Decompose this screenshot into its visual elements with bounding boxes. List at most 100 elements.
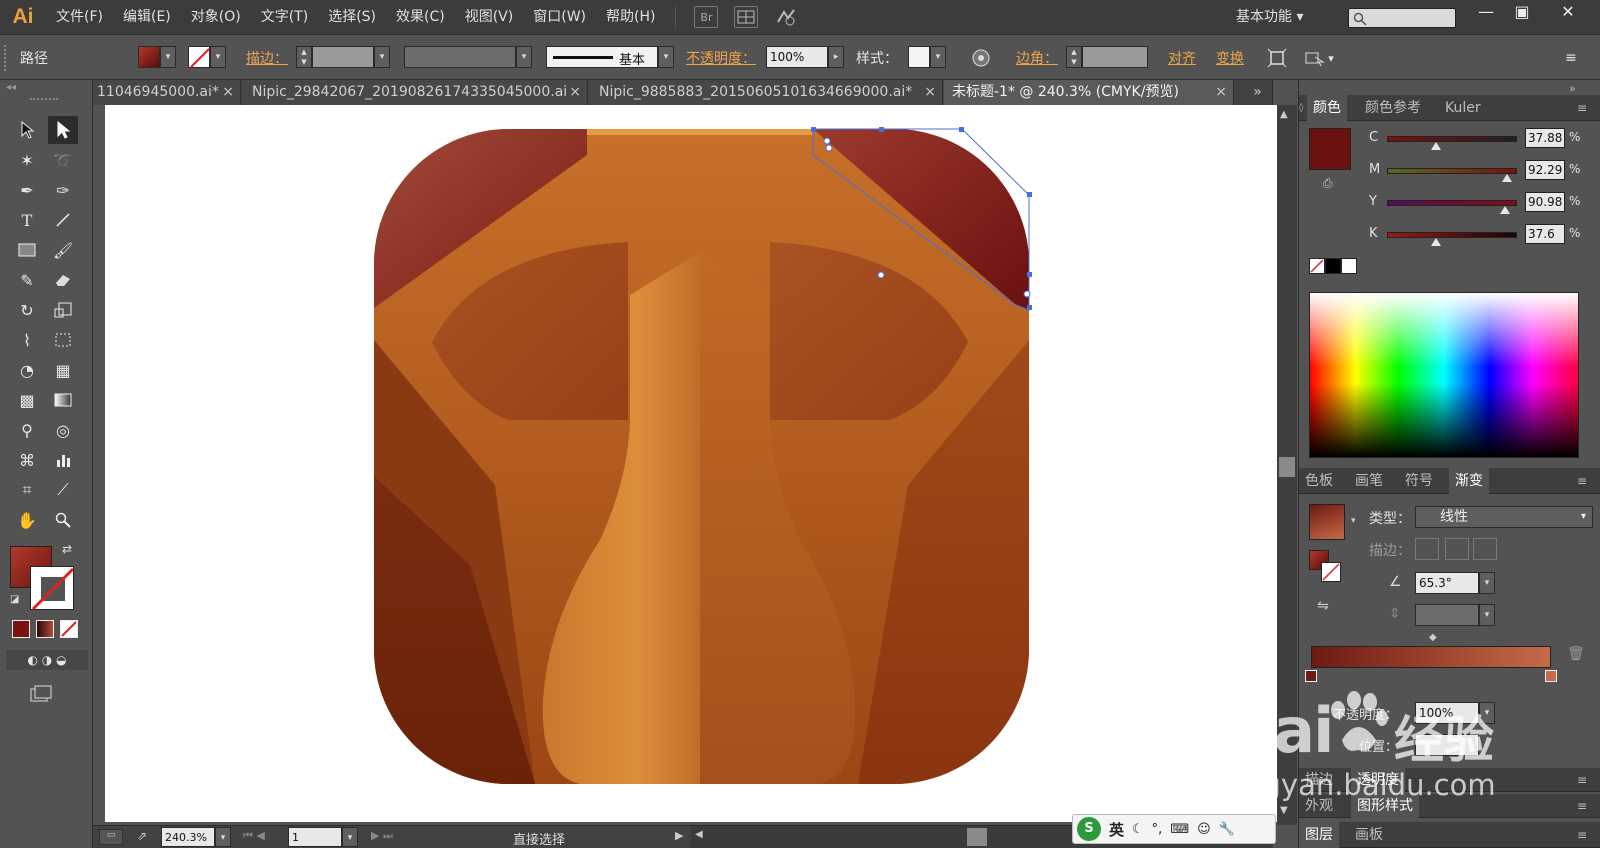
menu-edit[interactable]: 编辑(E) [113, 0, 181, 34]
magenta-slider[interactable] [1387, 168, 1517, 174]
ime-skin-icon[interactable]: ☺ [1197, 822, 1211, 837]
rotate-tool-icon[interactable]: ↻ [12, 296, 42, 324]
tab-overflow-button[interactable]: » [1243, 80, 1273, 105]
magenta-input[interactable]: 92.29 [1525, 160, 1565, 180]
cyan-slider[interactable] [1387, 136, 1517, 142]
shape-builder-tool-icon[interactable]: ◔ [12, 356, 42, 384]
curvature-tool-icon[interactable]: ✑ [48, 176, 78, 204]
mesh-tool-icon[interactable]: ▩ [12, 386, 42, 414]
color-panel-menu-icon[interactable]: ≡ [1577, 95, 1587, 121]
horizontal-scroll-thumb[interactable] [967, 828, 987, 846]
stroke-weight-dropdown[interactable]: ▾ [374, 46, 390, 68]
stroke-swatch[interactable] [188, 46, 210, 68]
graphic-styles-panel-menu-icon[interactable]: ≡ [1577, 794, 1587, 818]
artboard[interactable] [105, 105, 1277, 822]
brush-definition[interactable]: 基本 [546, 46, 658, 68]
gradient-angle-dropdown[interactable]: ▾ [1479, 572, 1495, 594]
tab-close-icon[interactable]: × [569, 80, 581, 105]
scroll-up-arrow-icon[interactable]: ▲ [1280, 109, 1288, 120]
screen-mode-icon[interactable] [26, 680, 56, 708]
gradient-location-input[interactable] [1415, 734, 1479, 756]
corner-label[interactable]: 边角： [1016, 48, 1058, 68]
icon-artwork[interactable] [105, 105, 1277, 822]
menu-object[interactable]: 对象(O) [181, 0, 251, 34]
fill-swatch[interactable] [138, 46, 160, 68]
black-slider[interactable] [1387, 232, 1517, 238]
cyan-input[interactable]: 37.88 [1525, 128, 1565, 148]
stroke-along-icon[interactable] [1445, 538, 1469, 560]
type-tool-icon[interactable]: T [12, 206, 42, 234]
black-input[interactable]: 37.6 [1525, 224, 1565, 244]
column-graph-tool-icon[interactable] [48, 446, 78, 474]
gradient-slider[interactable] [1311, 646, 1551, 668]
tab-close-icon[interactable]: × [222, 80, 234, 105]
zoom-level-input[interactable]: 240.3% [161, 827, 215, 847]
tab-symbols[interactable]: 符号 [1405, 468, 1433, 494]
tab-stroke[interactable]: 描边 [1305, 768, 1333, 792]
minimize-button[interactable]: — [1468, 0, 1504, 26]
eraser-tool-icon[interactable] [48, 266, 78, 294]
pencil-tool-icon[interactable]: ✎ [12, 266, 42, 294]
selection-tool-icon[interactable] [12, 116, 42, 144]
perspective-grid-tool-icon[interactable]: ▦ [48, 356, 78, 384]
aspect-ratio-input[interactable] [1415, 604, 1479, 626]
swap-fill-stroke-icon[interactable]: ⇄ [62, 542, 72, 556]
tab-layers[interactable]: 图层 [1299, 822, 1339, 848]
pen-tool-icon[interactable]: ✒ [12, 176, 42, 204]
aspect-ratio-dropdown[interactable]: ▾ [1479, 604, 1495, 626]
menu-type[interactable]: 文字(T) [251, 0, 318, 34]
opacity-slider-button[interactable]: ▸ [828, 46, 844, 68]
graphic-style-swatch[interactable] [908, 46, 930, 68]
gradient-preview-swatch[interactable] [1309, 504, 1345, 540]
gradient-mode-button[interactable] [36, 620, 54, 638]
control-panel-menu-icon[interactable]: ≡ [1556, 44, 1586, 72]
transform-panel-link[interactable]: 变换 [1216, 48, 1244, 68]
stroke-weight-input[interactable] [312, 46, 374, 68]
out-of-gamut-icon[interactable]: ⎙ [1323, 176, 1333, 191]
stroke-label[interactable]: 描边： [246, 48, 288, 68]
status-menu-arrow-icon[interactable]: ▶ [675, 829, 683, 842]
color-panel-fill-swatch[interactable] [1309, 128, 1351, 170]
yellow-slider-thumb[interactable] [1500, 206, 1511, 214]
eyedropper-tool-icon[interactable]: ⚲ [12, 416, 42, 444]
ime-toolbar[interactable]: S 英 ☾ °, ⌨ ☺ 🔧 [1072, 814, 1276, 844]
scale-tool-icon[interactable] [48, 296, 78, 324]
artboard-number-dropdown[interactable]: ▾ [342, 827, 358, 847]
none-mode-button[interactable] [60, 620, 78, 638]
tab-document-3[interactable]: Nipic_9885883_20150605101634669000.ai* × [589, 80, 943, 105]
maximize-button[interactable]: ▣ [1504, 0, 1540, 26]
collapse-panels-icon[interactable]: » [1569, 82, 1576, 95]
tab-transparency[interactable]: 透明度 [1351, 768, 1405, 792]
ime-logo[interactable]: S [1077, 817, 1101, 841]
tab-artboards[interactable]: 画板 [1355, 822, 1383, 848]
close-window-button[interactable]: ✕ [1550, 0, 1586, 26]
lasso-tool-icon[interactable]: ➰ [48, 146, 78, 174]
gradient-stop-end[interactable] [1545, 670, 1557, 682]
gpu-performance-icon[interactable] [774, 6, 798, 28]
ime-settings-icon[interactable]: 🔧 [1219, 822, 1235, 837]
isolate-object-icon[interactable] [1262, 44, 1292, 72]
menu-effect[interactable]: 效果(C) [386, 0, 455, 34]
menu-help[interactable]: 帮助(H) [596, 0, 665, 34]
vertical-scroll-thumb[interactable] [1279, 457, 1295, 477]
hand-tool-icon[interactable]: ✋ [12, 506, 42, 534]
gradient-midpoint-icon[interactable]: ◆ [1429, 632, 1437, 643]
fill-dropdown[interactable]: ▾ [160, 46, 176, 68]
tab-document-2[interactable]: Nipic_29842067_20190826174335045000.ai × [242, 80, 588, 105]
gradient-preset-dropdown-icon[interactable]: ▾ [1351, 516, 1356, 526]
gradient-angle-input[interactable]: 65.3° [1415, 572, 1479, 594]
delete-stop-icon[interactable]: 🗑 [1567, 646, 1585, 662]
white-swatch[interactable] [1341, 258, 1357, 274]
help-search-input[interactable] [1348, 8, 1456, 28]
yellow-slider[interactable] [1387, 200, 1517, 206]
gradient-stop-start[interactable] [1305, 670, 1317, 682]
gradient-opacity-dropdown[interactable]: ▾ [1479, 702, 1495, 724]
workspace-switcher[interactable]: 基本功能 ▾ [1236, 0, 1303, 34]
tab-gradient[interactable]: 渐变 [1449, 468, 1489, 494]
layers-panel-menu-icon[interactable]: ≡ [1577, 822, 1587, 848]
scroll-down-arrow-icon[interactable]: ▼ [1280, 805, 1288, 816]
transparency-panel-menu-icon[interactable]: ≡ [1577, 768, 1587, 792]
vertical-scrollbar[interactable]: ▲ ▼ [1277, 105, 1297, 825]
stroke-color-box[interactable] [30, 566, 75, 611]
current-tool-label[interactable]: 直接选择 [513, 829, 565, 848]
